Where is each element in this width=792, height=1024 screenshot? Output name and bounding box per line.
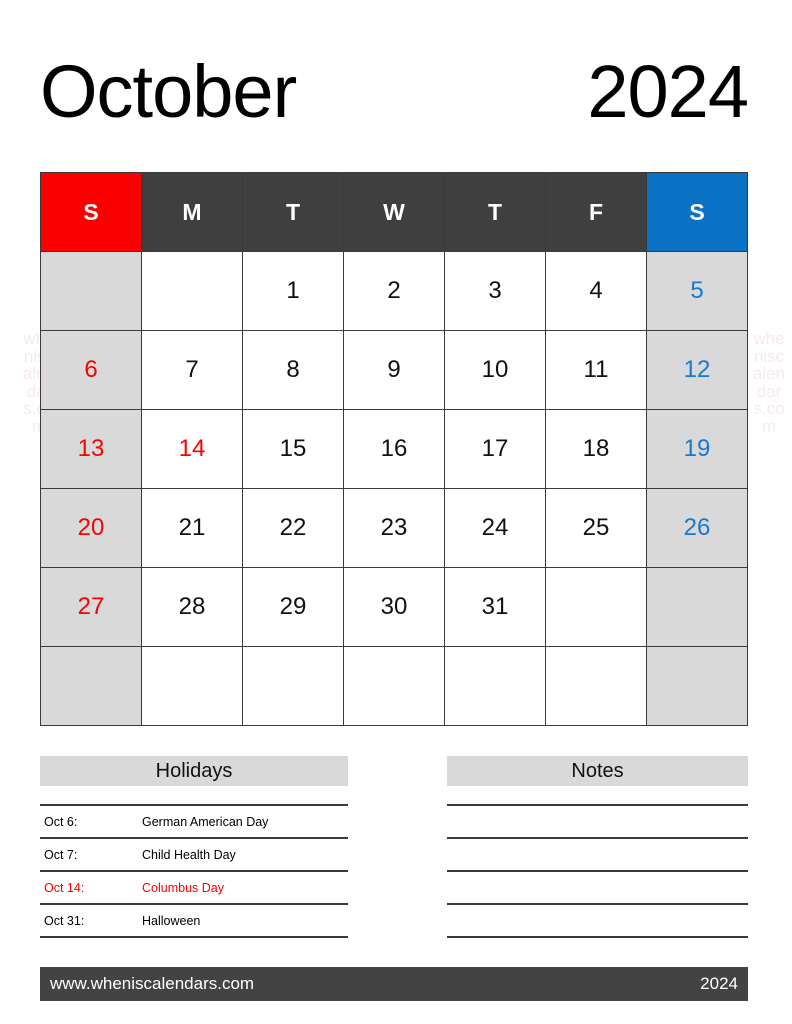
calendar-day-cell-24[interactable]: 24	[444, 488, 546, 568]
calendar-day-cell-30[interactable]: 30	[343, 567, 445, 647]
calendar-day-cell-16[interactable]: 16	[343, 409, 445, 489]
notes-title: Notes	[447, 756, 748, 786]
calendar-day-cell-22[interactable]: 22	[242, 488, 344, 568]
calendar-week-row: 13 14 15 16 17 18 19	[40, 409, 748, 489]
holiday-date: Oct 14:	[44, 880, 85, 895]
note-line[interactable]	[447, 903, 748, 936]
calendar-day-cell-8[interactable]: 8	[242, 330, 344, 410]
calendar-day-cell-6[interactable]: 6	[40, 330, 142, 410]
calendar-day-cell-empty	[40, 251, 142, 331]
calendar-day-cell-13[interactable]: 13	[40, 409, 142, 489]
holiday-name: Halloween	[142, 913, 201, 928]
holidays-list: Oct 6: German American Day Oct 7: Child Hea…	[40, 804, 348, 938]
weekday-header-row: SMTWTFS	[40, 172, 748, 252]
calendar-day-cell-4[interactable]: 4	[545, 251, 647, 331]
calendar-day-cell-26[interactable]: 26	[646, 488, 748, 568]
holiday-date: Oct 6:	[44, 814, 78, 829]
year-title: 2024	[587, 50, 749, 133]
weekday-header-weekday-3: W	[343, 172, 445, 252]
weekday-header-weekday-2: T	[242, 172, 344, 252]
calendar-day-cell-5[interactable]: 5	[646, 251, 748, 331]
calendar-day-cell-1[interactable]: 1	[242, 251, 344, 331]
holidays-title: Holidays	[40, 756, 348, 786]
calendar-day-cell-10[interactable]: 10	[444, 330, 546, 410]
notes-panel: Notes	[447, 756, 748, 971]
calendar-day-cell-empty	[646, 646, 748, 726]
weekday-header-weekday-4: T	[444, 172, 546, 252]
calendar-week-row	[40, 646, 748, 726]
watermark-right: wheniscalendars.com	[752, 329, 786, 436]
note-line[interactable]	[447, 837, 748, 870]
calendar-week-row: 27 28 29 30 31	[40, 567, 748, 647]
note-line[interactable]	[447, 870, 748, 903]
note-line[interactable]	[447, 804, 748, 837]
calendar-day-cell-19[interactable]: 19	[646, 409, 748, 489]
footer-website[interactable]: www.wheniscalendars.com	[50, 974, 254, 994]
calendar-day-cell-empty	[343, 646, 445, 726]
calendar-day-cell-15[interactable]: 15	[242, 409, 344, 489]
calendar-day-cell-14[interactable]: 14	[141, 409, 243, 489]
calendar-day-cell-empty	[141, 251, 243, 331]
holiday-name: Columbus Day	[142, 880, 224, 895]
calendar-day-cell-21[interactable]: 21	[141, 488, 243, 568]
calendar-day-cell-27[interactable]: 27	[40, 567, 142, 647]
calendar-week-row: 12345	[40, 251, 748, 331]
calendar-day-cell-18[interactable]: 18	[545, 409, 647, 489]
calendar-day-cell-2[interactable]: 2	[343, 251, 445, 331]
page-title: October 2024	[40, 48, 749, 136]
weekday-header-sunday-0: S	[40, 172, 142, 252]
calendar-day-cell-empty	[40, 646, 142, 726]
holiday-name: Child Health Day	[142, 847, 236, 862]
calendar-week-row: 6 7 8 9 10 11 12	[40, 330, 748, 410]
calendar-page: wheniscalendars.com wheniscalendars.com …	[0, 0, 792, 1024]
calendar-day-cell-29[interactable]: 29	[242, 567, 344, 647]
calendar-week-row: 20 21 22 23 24 25 26	[40, 488, 748, 568]
calendar-day-cell-23[interactable]: 23	[343, 488, 445, 568]
footer-bar: www.wheniscalendars.com 2024	[40, 967, 748, 1001]
calendar-day-cell-empty	[141, 646, 243, 726]
calendar-day-cell-20[interactable]: 20	[40, 488, 142, 568]
calendar-grid: SMTWTFS 1 2 3 4 5 6 7 8 9 10 11 12 13 14 15 16 17 18 19 20 2…	[40, 172, 748, 726]
calendar-day-cell-empty	[444, 646, 546, 726]
holidays-panel: Holidays Oct 6: German American Day Oct 7:…	[40, 756, 348, 938]
weekday-header-weekday-1: M	[141, 172, 243, 252]
calendar-day-cell-empty	[545, 646, 647, 726]
weekday-header-saturday-6: S	[646, 172, 748, 252]
holiday-date: Oct 31:	[44, 913, 85, 928]
note-line[interactable]	[447, 936, 748, 971]
calendar-day-cell-empty	[242, 646, 344, 726]
calendar-body: 1 2 3 4 5 6 7 8 9 10 11 12 13 14 15 16 17 18 19 20 21 22 23 24 2…	[40, 251, 748, 726]
calendar-day-cell-7[interactable]: 7	[141, 330, 243, 410]
holiday-row: Oct 6: German American Day	[40, 804, 348, 837]
month-title: October	[40, 50, 297, 133]
calendar-day-cell-31[interactable]: 31	[444, 567, 546, 647]
calendar-day-cell-12[interactable]: 12	[646, 330, 748, 410]
holiday-row: Oct 31: Halloween	[40, 903, 348, 938]
holiday-date: Oct 7:	[44, 847, 78, 862]
calendar-day-cell-3[interactable]: 3	[444, 251, 546, 331]
calendar-day-cell-25[interactable]: 25	[545, 488, 647, 568]
notes-list	[447, 804, 748, 971]
calendar-day-cell-9[interactable]: 9	[343, 330, 445, 410]
weekday-header-weekday-5: F	[545, 172, 647, 252]
calendar-day-cell-11[interactable]: 11	[545, 330, 647, 410]
calendar-day-cell-empty	[545, 567, 647, 647]
footer-year: 2024	[700, 974, 738, 993]
holiday-name: German American Day	[142, 814, 269, 829]
calendar-day-cell-28[interactable]: 28	[141, 567, 243, 647]
holiday-row: Oct 14: Columbus Day	[40, 870, 348, 903]
holiday-row: Oct 7: Child Health Day	[40, 837, 348, 870]
calendar-day-cell-empty	[646, 567, 748, 647]
calendar-day-cell-17[interactable]: 17	[444, 409, 546, 489]
